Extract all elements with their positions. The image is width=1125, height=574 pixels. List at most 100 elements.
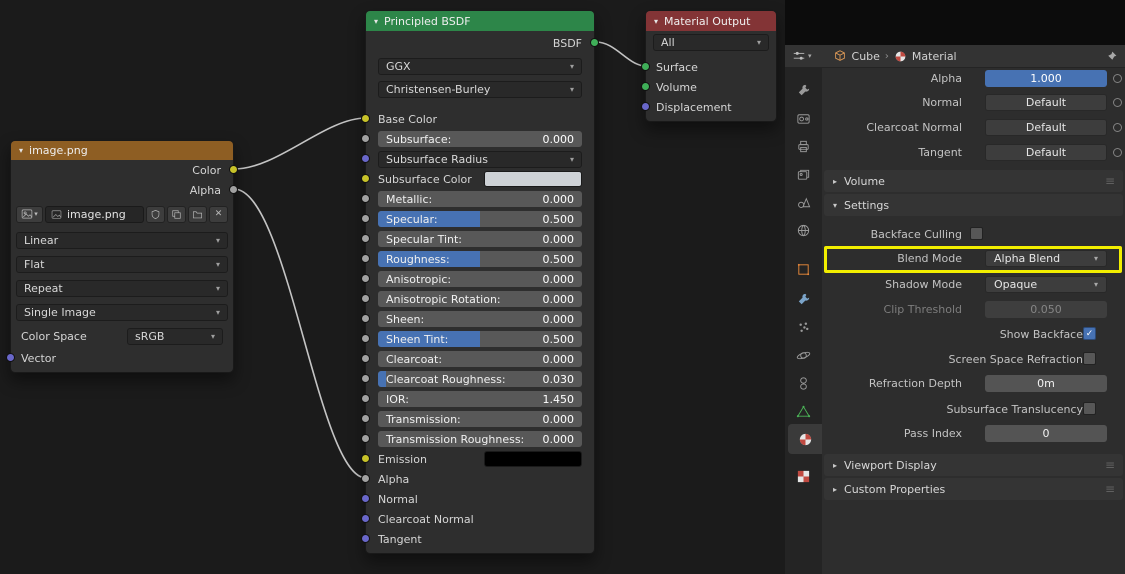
cube-object-icon[interactable] <box>833 49 847 63</box>
breadcrumb-material[interactable]: Material <box>912 50 957 63</box>
tab-tool[interactable] <box>785 76 822 104</box>
tab-constraints[interactable] <box>785 369 822 397</box>
tab-object-data[interactable] <box>785 397 822 425</box>
volume-socket-icon[interactable] <box>641 82 650 91</box>
tangent-socket-icon[interactable] <box>361 534 370 543</box>
principled-bsdf-node[interactable]: ▾ Principled BSDF BSDF GGX▾ Christensen-… <box>365 10 595 554</box>
tab-scene[interactable] <box>785 188 822 216</box>
subsurface-radius-socket-icon[interactable] <box>361 154 370 163</box>
tab-render[interactable] <box>785 104 822 132</box>
tab-physics[interactable] <box>785 341 822 369</box>
vector-input-socket-icon[interactable] <box>6 353 15 362</box>
transmission-slider[interactable]: Transmission: 0.000 <box>378 411 582 427</box>
animate-decorator-icon[interactable] <box>1113 74 1122 83</box>
refraction-depth-field[interactable]: 0m <box>985 375 1107 392</box>
section-volume[interactable]: ▸ Volume ≡ <box>824 170 1123 192</box>
transmission-roughness-socket-icon[interactable] <box>361 434 370 443</box>
tab-world[interactable] <box>785 216 822 244</box>
transmission-socket-icon[interactable] <box>361 414 370 423</box>
emission-color-swatch[interactable] <box>484 451 582 467</box>
collapse-icon[interactable]: ▾ <box>654 17 658 26</box>
metallic-slider[interactable]: Metallic: 0.000 <box>378 191 582 207</box>
image-texture-node[interactable]: ▾ image.png Color Alpha ▾ image.png <box>10 140 234 373</box>
projection-dropdown[interactable]: Flat▾ <box>16 256 228 273</box>
emission-socket-icon[interactable] <box>361 454 370 463</box>
clearcoat-roughness-socket-icon[interactable] <box>361 374 370 383</box>
interpolation-dropdown[interactable]: Linear▾ <box>16 232 228 249</box>
bsdf-output-socket-icon[interactable] <box>590 38 599 47</box>
panel-grip-icon[interactable]: ≡ <box>1105 482 1114 496</box>
clearcoat-normal-dropdown[interactable]: Default <box>985 119 1107 136</box>
surface-socket-icon[interactable] <box>641 62 650 71</box>
collapse-icon[interactable]: ▾ <box>19 146 23 155</box>
color-space-dropdown[interactable]: sRGB▾ <box>127 328 223 345</box>
metallic-socket-icon[interactable] <box>361 194 370 203</box>
distribution-dropdown[interactable]: GGX▾ <box>378 58 582 75</box>
section-custom-properties[interactable]: ▸ Custom Properties ≡ <box>824 478 1123 500</box>
image-node-header[interactable]: ▾ image.png <box>11 141 233 160</box>
anisotropic-rotation-socket-icon[interactable] <box>361 294 370 303</box>
sheen-tint-socket-icon[interactable] <box>361 334 370 343</box>
subsurface-socket-icon[interactable] <box>361 134 370 143</box>
specular-tint-socket-icon[interactable] <box>361 234 370 243</box>
tangent-dropdown[interactable]: Default <box>985 144 1107 161</box>
show-backface-checkbox[interactable]: ✓ <box>1083 327 1096 340</box>
sheen-socket-icon[interactable] <box>361 314 370 323</box>
principled-node-header[interactable]: ▾ Principled BSDF <box>366 11 594 31</box>
backface-culling-checkbox[interactable] <box>970 227 983 240</box>
clearcoat-slider[interactable]: Clearcoat: 0.000 <box>378 351 582 367</box>
new-image-button[interactable] <box>167 206 186 223</box>
alpha-input-socket-icon[interactable] <box>361 474 370 483</box>
specular-slider[interactable]: Specular: 0.500 <box>378 211 582 227</box>
ior-socket-icon[interactable] <box>361 394 370 403</box>
sheen-tint-slider[interactable]: Sheen Tint: 0.500 <box>378 331 582 347</box>
alpha-output-socket-icon[interactable] <box>229 185 238 194</box>
image-name-field[interactable]: image.png <box>45 206 144 223</box>
tab-object[interactable] <box>785 255 822 283</box>
source-dropdown[interactable]: Single Image▾ <box>16 304 228 321</box>
collapse-icon[interactable]: ▾ <box>374 17 378 26</box>
ior-field[interactable]: IOR: 1.450 <box>378 391 582 407</box>
clip-threshold-field[interactable]: 0.050 <box>985 301 1107 318</box>
alpha-slider[interactable]: 1.000 <box>985 70 1107 87</box>
breadcrumb-object[interactable]: Cube <box>852 50 880 63</box>
displacement-socket-icon[interactable] <box>641 102 650 111</box>
color-output-socket-icon[interactable] <box>229 165 238 174</box>
target-dropdown[interactable]: All▾ <box>653 34 769 51</box>
tab-texture[interactable] <box>785 462 822 490</box>
normal-socket-icon[interactable] <box>361 494 370 503</box>
normal-dropdown[interactable]: Default <box>985 94 1107 111</box>
anisotropic-slider[interactable]: Anisotropic: 0.000 <box>378 271 582 287</box>
output-node-header[interactable]: ▾ Material Output <box>646 11 776 31</box>
tab-material[interactable] <box>788 424 822 454</box>
unlink-image-button[interactable]: ✕ <box>209 206 228 223</box>
panel-grip-icon[interactable]: ≡ <box>1105 174 1114 188</box>
panel-grip-icon[interactable]: ≡ <box>1105 458 1114 472</box>
shadow-mode-dropdown[interactable]: Opaque▾ <box>985 276 1107 293</box>
specular-socket-icon[interactable] <box>361 214 370 223</box>
extension-dropdown[interactable]: Repeat▾ <box>16 280 228 297</box>
tab-output[interactable] <box>785 132 822 160</box>
clearcoat-roughness-slider[interactable]: Clearcoat Roughness: 0.030 <box>378 371 582 387</box>
roughness-slider[interactable]: Roughness: 0.500 <box>378 251 582 267</box>
tab-view-layer[interactable] <box>785 160 822 188</box>
tab-modifiers[interactable] <box>785 285 822 313</box>
screen-space-refraction-checkbox[interactable] <box>1083 352 1096 365</box>
animate-decorator-icon[interactable] <box>1113 123 1122 132</box>
subsurface-color-swatch[interactable] <box>484 171 582 187</box>
subsurface-translucency-checkbox[interactable] <box>1083 402 1096 415</box>
subsurface-radius-dropdown[interactable]: Subsurface Radius▾ <box>378 151 582 168</box>
blend-mode-dropdown[interactable]: Alpha Blend▾ <box>985 250 1107 267</box>
pin-button[interactable] <box>1105 50 1118 63</box>
pass-index-field[interactable]: 0 <box>985 425 1107 442</box>
browse-image-button[interactable]: ▾ <box>16 206 43 223</box>
specular-tint-slider[interactable]: Specular Tint: 0.000 <box>378 231 582 247</box>
section-viewport-display[interactable]: ▸ Viewport Display ≡ <box>824 454 1123 476</box>
section-settings[interactable]: ▾ Settings <box>824 194 1123 216</box>
roughness-socket-icon[interactable] <box>361 254 370 263</box>
anisotropic-rotation-slider[interactable]: Anisotropic Rotation: 0.000 <box>378 291 582 307</box>
material-output-node[interactable]: ▾ Material Output All▾ Surface Volume Di… <box>645 10 777 122</box>
editor-type-button[interactable]: ▾ <box>792 49 812 63</box>
base-color-socket-icon[interactable] <box>361 114 370 123</box>
fake-user-button[interactable] <box>146 206 165 223</box>
